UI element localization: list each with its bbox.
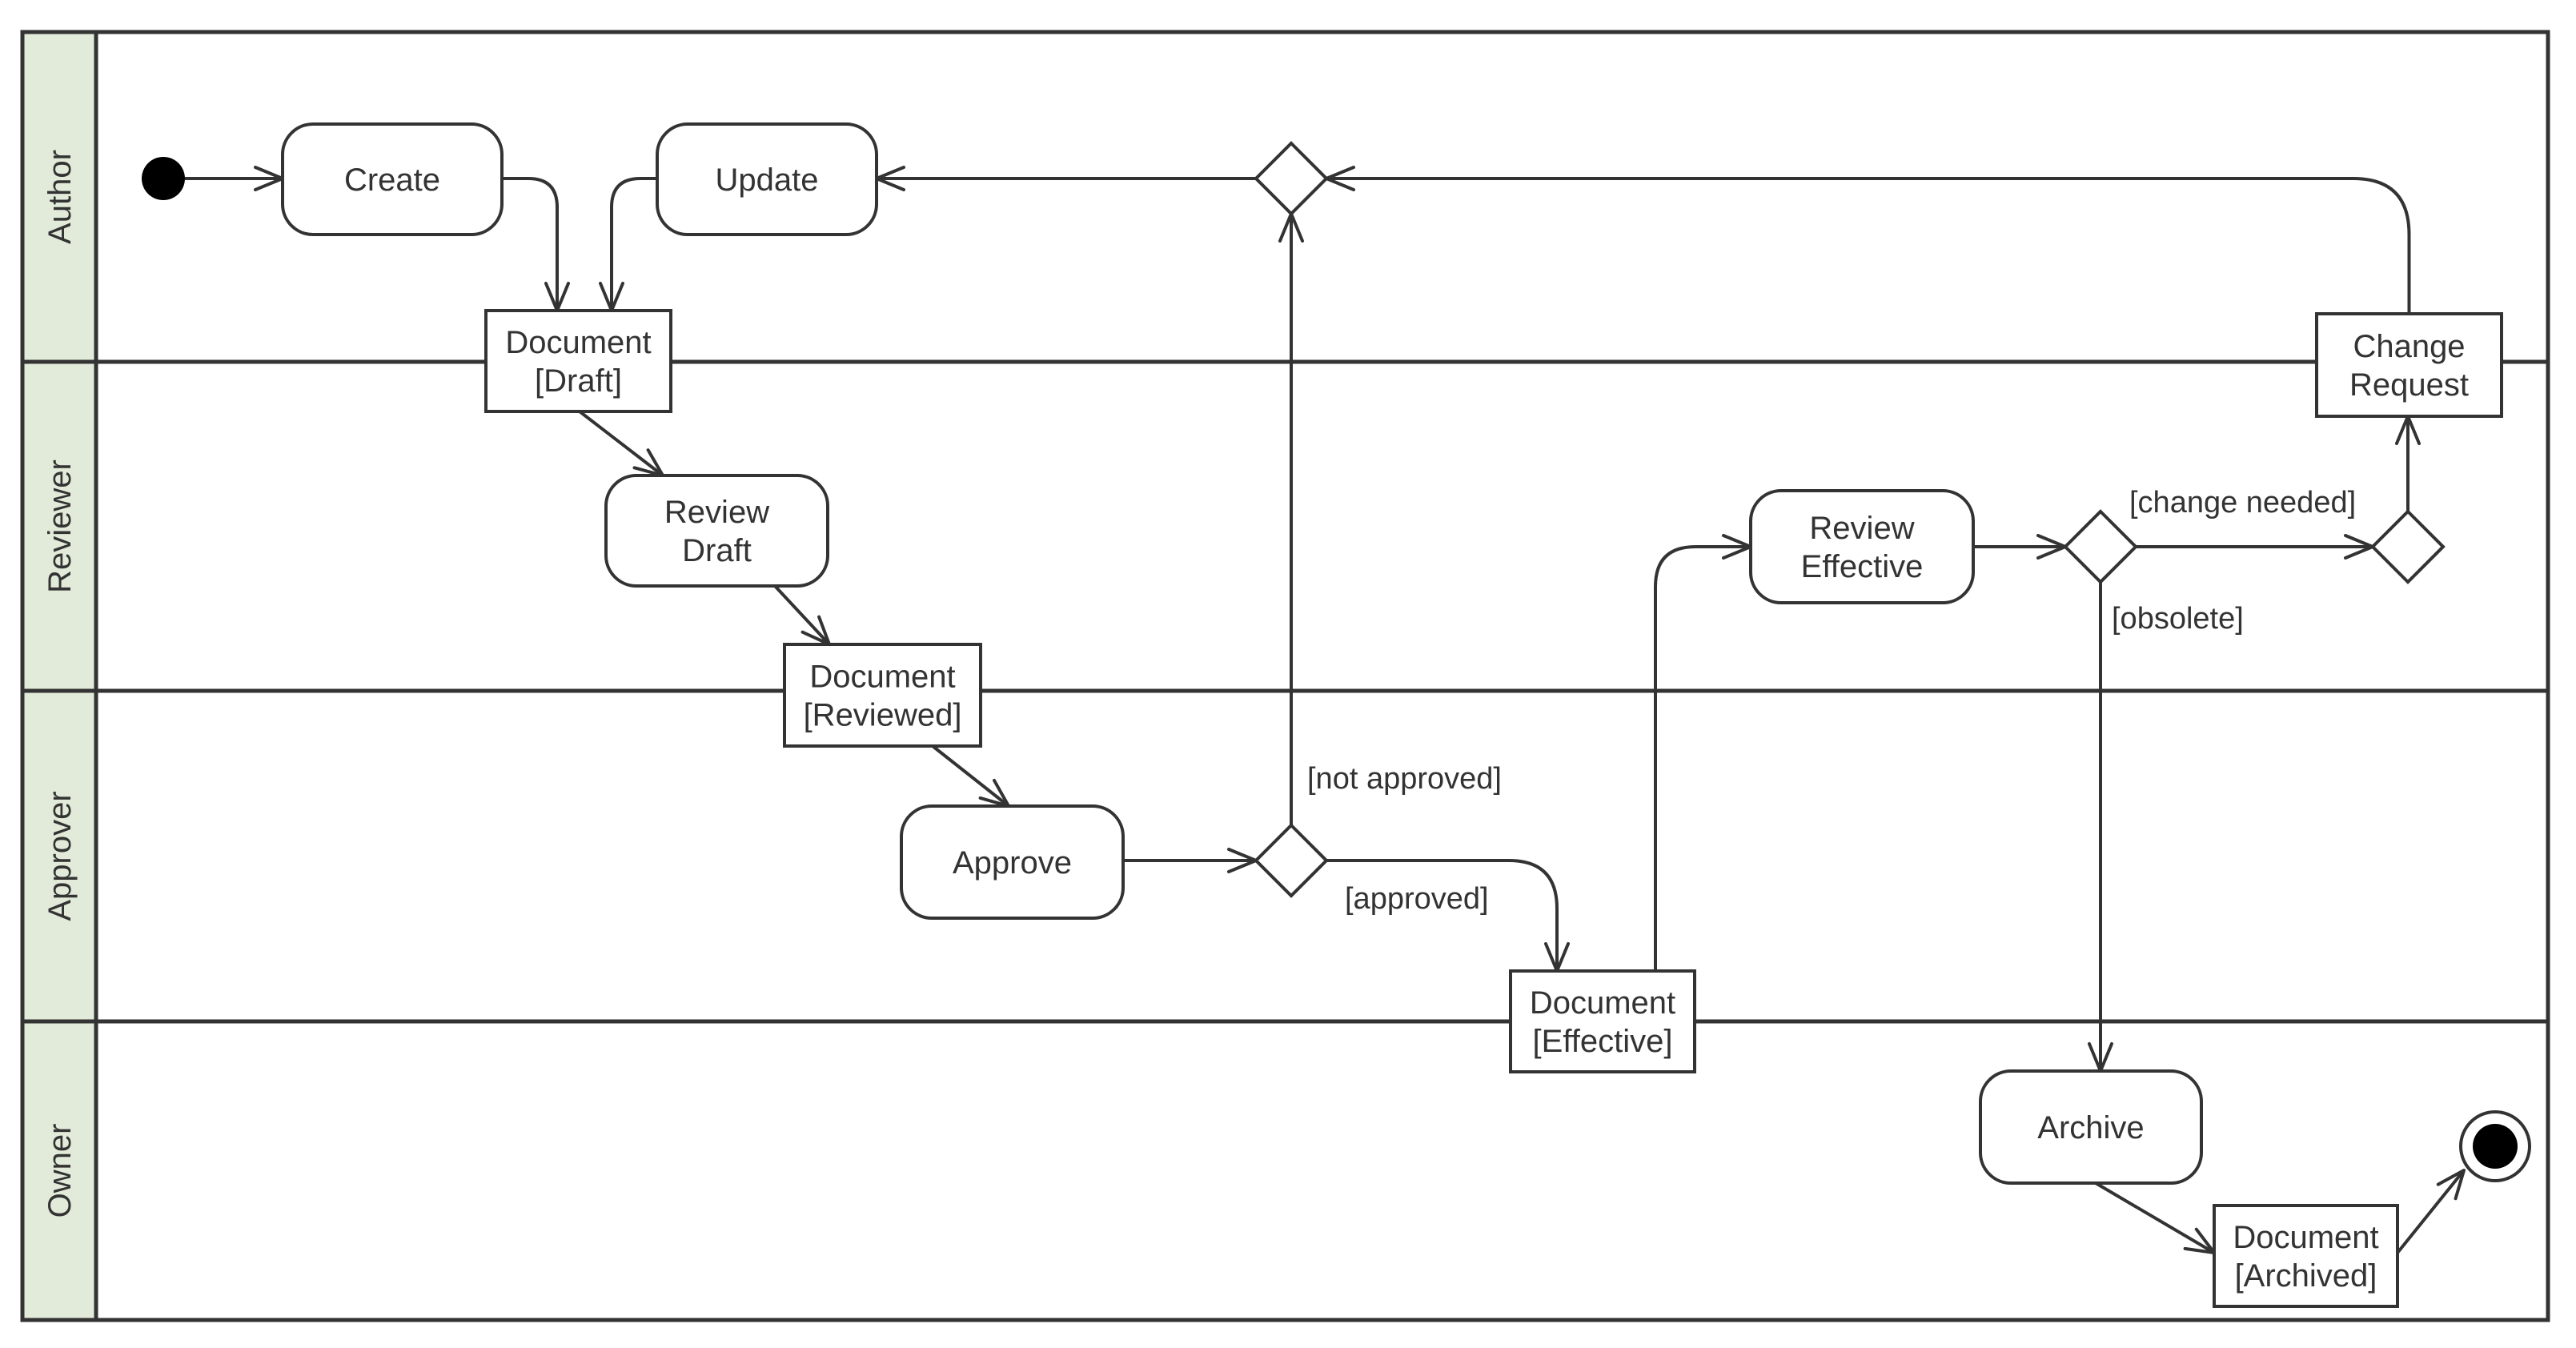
node-label: Approve [953,845,1072,881]
final-node-dot [2473,1124,2518,1169]
action-update[interactable]: Update [656,122,878,236]
guard-label-approved: [approved] [1345,882,1489,916]
action-approve[interactable]: Approve [900,804,1125,920]
node-label: Document [505,325,651,360]
node-label: Review [1809,511,1914,546]
node-label: [Effective] [1533,1024,1673,1059]
action-archive[interactable]: Archive [1979,1069,2203,1185]
guard-label-obsolete: [obsolete] [2112,602,2244,636]
object-doc-reviewed[interactable]: Document[Reviewed] [783,643,982,748]
action-shape [1749,489,1975,604]
action-create[interactable]: Create [281,122,504,236]
guard-label-change-needed: [change needed] [2129,486,2356,520]
node-label: Document [2233,1220,2378,1255]
node-label: Create [344,162,440,198]
node-label: Document [1530,985,1675,1021]
action-review-effective[interactable]: ReviewEffective [1749,489,1975,604]
action-review-draft[interactable]: ReviewDraft [604,474,829,588]
node-label: Review [664,495,769,530]
node-label: Effective [1801,549,1924,584]
lane-label-owner: Owner [42,1124,78,1218]
swimlane-author: Author [20,30,98,364]
node-label: [Reviewed] [804,698,962,733]
node-label: Update [716,162,819,198]
node-label: [Archived] [2235,1258,2377,1294]
lane-label-approver: Approver [42,791,78,921]
final-node-icon[interactable] [2459,1110,2531,1182]
node-label: Archive [2037,1110,2144,1145]
object-doc-archived[interactable]: Document[Archived] [2213,1204,2399,1308]
initial-node-icon[interactable] [142,157,185,200]
node-label: Change [2353,329,2465,364]
activity-diagram: Author Reviewer Approver Owner Create Update… [20,30,2550,1322]
node-label: [Draft] [535,363,622,399]
lane-label-reviewer: Reviewer [42,459,78,593]
object-doc-effective[interactable]: Document[Effective] [1509,969,1696,1073]
node-label: Document [809,660,955,695]
node-label: Request [2349,367,2469,403]
action-shape [604,474,829,588]
object-doc-draft[interactable]: Document[Draft] [484,309,672,413]
lane-label-author: Author [42,150,78,244]
object-change-request[interactable]: ChangeRequest [2315,312,2503,418]
node-label: Draft [682,533,752,568]
guard-label-not-approved: [not approved] [1307,762,1502,796]
